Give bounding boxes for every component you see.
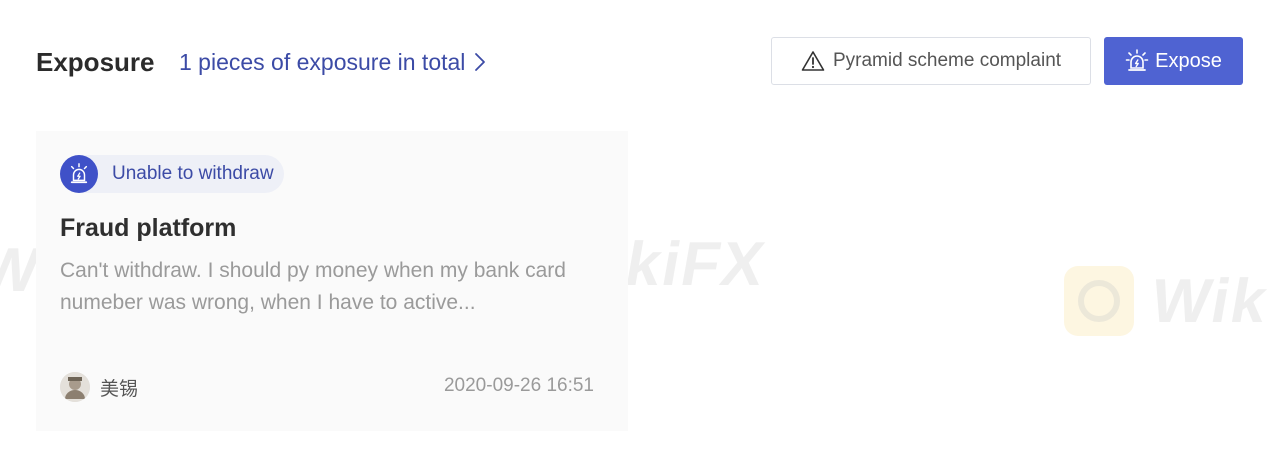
alarm-siren-icon	[60, 155, 98, 193]
chevron-right-icon	[475, 53, 486, 71]
exposure-title: Fraud platform	[60, 214, 237, 242]
exposure-category-tag: Unable to withdraw	[60, 155, 284, 193]
pyramid-scheme-complaint-button[interactable]: Pyramid scheme complaint	[771, 37, 1091, 85]
expose-button-label: Expose	[1155, 49, 1222, 72]
author-name: 美锡	[100, 377, 139, 400]
warning-triangle-icon	[801, 51, 825, 71]
complaint-button-label: Pyramid scheme complaint	[832, 50, 1062, 71]
avatar	[60, 372, 90, 402]
watermark-right: WikiFX	[1060, 262, 1268, 340]
exposure-category-label: Unable to withdraw	[112, 163, 274, 184]
exposure-card[interactable]: Unable to withdraw Fraud platform Can't …	[36, 131, 628, 431]
section-title: Exposure	[36, 47, 155, 77]
alarm-siren-icon	[1125, 49, 1149, 71]
exposure-timestamp: 2020-09-26 16:51	[443, 375, 594, 396]
exposure-description: Can't withdraw. I should py money when m…	[60, 259, 566, 314]
exposure-section: WikiFX WikiFX WikiFX Exposure 1 pieces o…	[0, 0, 1268, 465]
total-exposure-link[interactable]: 1 pieces of exposure in total	[179, 44, 487, 80]
expose-button[interactable]: Expose	[1104, 37, 1243, 85]
wikifx-logo-icon	[1064, 266, 1134, 336]
total-exposure-label: 1 pieces of exposure in total	[179, 49, 466, 75]
watermark-text: WikiFX	[1145, 266, 1268, 336]
author-info: 美锡	[60, 372, 138, 402]
